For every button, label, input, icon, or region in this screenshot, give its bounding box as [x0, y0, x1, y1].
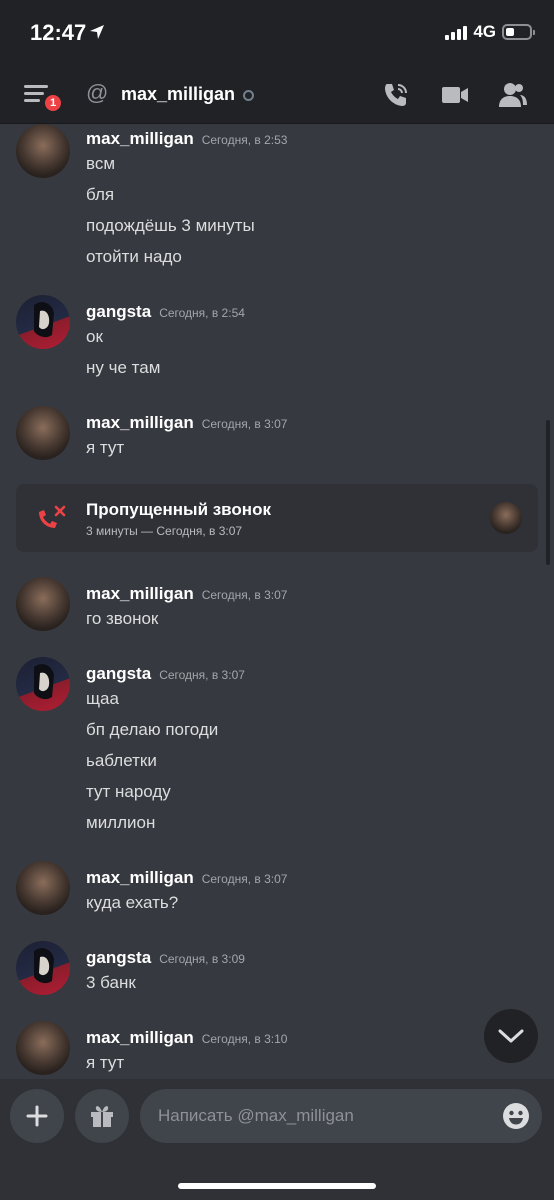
missed-call-card[interactable]: Пропущенный звонок 3 минуты — Сегодня, в… [16, 484, 538, 552]
avatar[interactable] [16, 406, 70, 460]
jump-to-present-button[interactable] [484, 1009, 538, 1063]
message-timestamp: Сегодня, в 3:07 [201, 417, 288, 431]
message-timestamp: Сегодня, в 3:07 [201, 588, 288, 602]
avatar[interactable] [16, 657, 70, 711]
status-bar: 12:47 4G [0, 0, 554, 66]
message-timestamp: Сегодня, в 3:09 [159, 952, 245, 966]
at-icon: @ [86, 80, 109, 105]
message-input-box[interactable] [140, 1089, 542, 1143]
emoji-icon[interactable] [502, 1102, 530, 1130]
channel-header: 1 @ max_milligan [0, 66, 554, 124]
avatar[interactable] [16, 577, 70, 631]
message-author[interactable]: max_milligan Сегодня, в 3:07 [86, 868, 287, 888]
message-text: всм [86, 154, 116, 173]
gift-icon [91, 1106, 113, 1127]
home-indicator[interactable] [178, 1183, 376, 1189]
message-text: миллион [86, 813, 156, 832]
avatar[interactable] [16, 295, 70, 349]
status-time: 12:47 [30, 20, 87, 45]
message-author[interactable]: max_milligan Сегодня, в 3:07 [86, 584, 287, 604]
message-timestamp: Сегодня, в 3:10 [201, 1032, 288, 1046]
message-text: я тут [86, 1053, 125, 1072]
message-composer [0, 1079, 554, 1200]
message-timestamp: Сегодня, в 3:07 [159, 668, 245, 682]
message-timestamp: Сегодня, в 2:53 [201, 133, 288, 147]
plus-icon [26, 1105, 48, 1127]
message-text: ок [86, 327, 103, 346]
message-author[interactable]: gangsta Сегодня, в 3:07 [86, 664, 245, 684]
members-icon[interactable] [498, 81, 528, 109]
network-type: 4G [473, 22, 496, 41]
author-name[interactable]: gangsta [86, 302, 151, 321]
message-text: отойти надо [86, 247, 182, 266]
author-name[interactable]: gangsta [86, 664, 151, 683]
scrollbar[interactable] [546, 420, 550, 565]
voice-call-icon[interactable] [382, 81, 410, 109]
chevron-down-icon [498, 1029, 524, 1043]
message-text: ну че там [86, 358, 161, 377]
avatar[interactable] [16, 861, 70, 915]
message-text: щаа [86, 689, 119, 708]
message-text: бп делаю погоди [86, 720, 219, 739]
notification-badge: 1 [42, 92, 64, 114]
author-name[interactable]: max_milligan [86, 584, 194, 603]
channel-title[interactable]: max_milligan [121, 84, 235, 105]
author-name[interactable]: gangsta [86, 948, 151, 967]
author-name[interactable]: max_milligan [86, 1028, 194, 1047]
message-author[interactable]: max_milligan Сегодня, в 3:10 [86, 1028, 287, 1048]
missed-call-icon [39, 505, 66, 528]
message-text: куда ехать? [86, 893, 179, 912]
message-text: бля [86, 185, 115, 204]
missed-call-subtitle: 3 минуты — Сегодня, в 3:07 [86, 524, 243, 538]
message-text: го звонок [86, 609, 159, 628]
missed-call-title: Пропущенный звонок [86, 500, 271, 519]
author-name[interactable]: max_milligan [86, 413, 194, 432]
video-call-icon[interactable] [441, 81, 469, 109]
cellular-signal-icon [445, 24, 468, 40]
message-text: я тут [86, 438, 125, 457]
message-text: ьаблетки [86, 751, 157, 770]
message-timestamp: Сегодня, в 3:07 [201, 872, 288, 886]
message-author[interactable]: max_milligan Сегодня, в 3:07 [86, 413, 287, 433]
caller-avatar [490, 502, 522, 534]
avatar[interactable] [16, 124, 70, 178]
message-author[interactable]: gangsta Сегодня, в 3:09 [86, 948, 245, 968]
message-input[interactable] [158, 1089, 488, 1143]
author-name[interactable]: max_milligan [86, 868, 194, 887]
message-text: тут народу [86, 782, 171, 801]
message-timestamp: Сегодня, в 2:54 [159, 306, 245, 320]
avatar[interactable] [16, 941, 70, 995]
message-author[interactable]: max_milligan Сегодня, в 2:53 [86, 129, 287, 149]
gift-button[interactable] [75, 1089, 129, 1143]
add-attachment-button[interactable] [10, 1089, 64, 1143]
location-arrow-icon [90, 25, 104, 39]
battery-icon [502, 24, 535, 40]
message-author[interactable]: gangsta Сегодня, в 2:54 [86, 302, 245, 322]
message-text: 3 банк [86, 973, 136, 992]
message-text: подождёшь 3 минуты [86, 216, 255, 235]
offline-status-icon [243, 90, 254, 101]
author-name[interactable]: max_milligan [86, 129, 194, 148]
avatar[interactable] [16, 1021, 70, 1075]
message-list[interactable]: max_milligan Сегодня, в 2:53 всм бля подо… [0, 124, 554, 1079]
